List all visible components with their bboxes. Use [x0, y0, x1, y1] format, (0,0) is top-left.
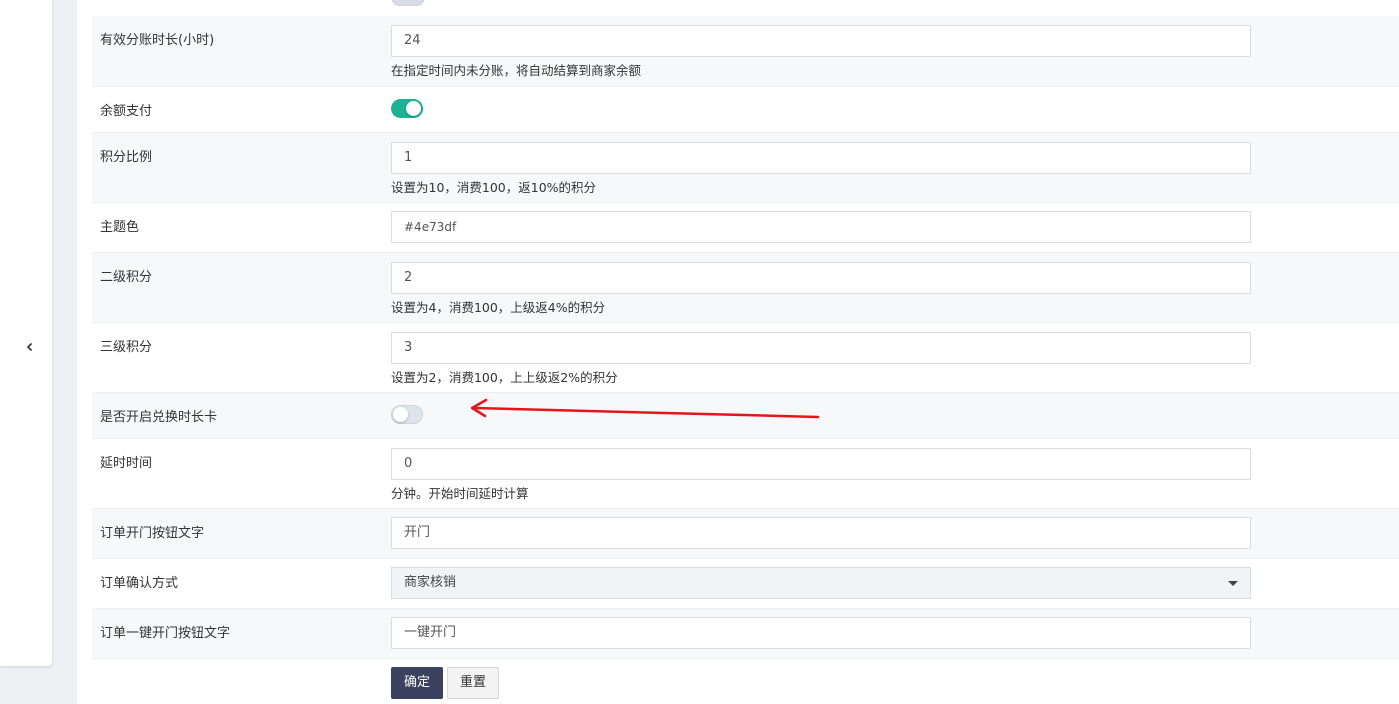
exchange-card-toggle[interactable]	[391, 405, 423, 424]
sidebar-collapse-button[interactable]	[22, 339, 38, 355]
chevron-left-icon	[26, 342, 33, 352]
level3-points-input[interactable]: 3	[391, 332, 1251, 364]
field-hint: 设置为10，消费100，返10%的积分	[391, 180, 597, 195]
reset-button[interactable]: 重置	[447, 667, 499, 699]
level2-points-input[interactable]: 2	[391, 262, 1251, 294]
form-row-confirm-method: 订单确认方式 商家核销	[92, 559, 1399, 609]
form-row-one-key-open-text: 订单一键开门按钮文字 一键开门	[92, 609, 1399, 659]
form-row-level2-points: 二级积分 2 设置为4，消费100，上级返4%的积分	[92, 253, 1399, 323]
field-label: 主题色	[100, 220, 140, 235]
select-value: 商家核销	[404, 575, 457, 590]
open-door-text-input[interactable]: 开门	[391, 517, 1251, 549]
toggle-knob	[406, 101, 421, 116]
field-hint: 分钟。开始时间延时计算	[391, 486, 529, 501]
field-label: 有效分账时长(小时)	[100, 33, 215, 48]
field-label: 是否开启兑换时长卡	[100, 410, 218, 425]
field-label: 积分比例	[100, 150, 153, 165]
confirm-method-select[interactable]: 商家核销	[391, 567, 1251, 599]
field-label: 三级积分	[100, 340, 153, 355]
delay-time-input[interactable]: 0	[391, 448, 1251, 480]
sidebar-panel	[0, 0, 52, 666]
toggle-partial-top[interactable]	[391, 0, 425, 6]
one-key-open-text-input[interactable]: 一键开门	[391, 617, 1251, 649]
theme-color-input[interactable]: #4e73df	[391, 211, 1251, 243]
form-row-delay-time: 延时时间 0 分钟。开始时间延时计算	[92, 439, 1399, 509]
field-label: 订单开门按钮文字	[100, 526, 205, 541]
field-hint: 设置为2，消费100，上上级返2%的积分	[391, 370, 618, 385]
balance-pay-toggle[interactable]	[391, 99, 423, 118]
settings-form: 有效分账时长(小时) 24 在指定时间内未分账，将自动结算到商家余额 余额支付 …	[77, 0, 1399, 704]
submit-button[interactable]: 确定	[391, 667, 443, 699]
field-label: 延时时间	[100, 456, 153, 471]
field-hint: 设置为4，消费100，上级返4%的积分	[391, 300, 606, 315]
field-hint: 在指定时间内未分账，将自动结算到商家余额	[391, 63, 642, 78]
form-row-theme-color: 主题色 #4e73df	[92, 203, 1399, 253]
toggle-knob	[393, 407, 408, 422]
field-label: 二级积分	[100, 270, 153, 285]
form-row-balance-pay: 余额支付	[92, 87, 1399, 133]
caret-down-icon	[1228, 581, 1238, 586]
points-ratio-input[interactable]: 1	[391, 142, 1251, 174]
form-row-split-duration: 有效分账时长(小时) 24 在指定时间内未分账，将自动结算到商家余额	[92, 16, 1399, 87]
form-row-open-door-text: 订单开门按钮文字 开门	[92, 509, 1399, 559]
field-label: 余额支付	[100, 104, 153, 119]
form-row-level3-points: 三级积分 3 设置为2，消费100，上上级返2%的积分	[92, 323, 1399, 393]
form-row-points-ratio: 积分比例 1 设置为10，消费100，返10%的积分	[92, 133, 1399, 203]
field-label: 订单一键开门按钮文字	[100, 626, 231, 641]
form-row-exchange-card: 是否开启兑换时长卡	[92, 393, 1399, 439]
field-label: 订单确认方式	[100, 576, 179, 591]
split-duration-input[interactable]: 24	[391, 25, 1251, 57]
